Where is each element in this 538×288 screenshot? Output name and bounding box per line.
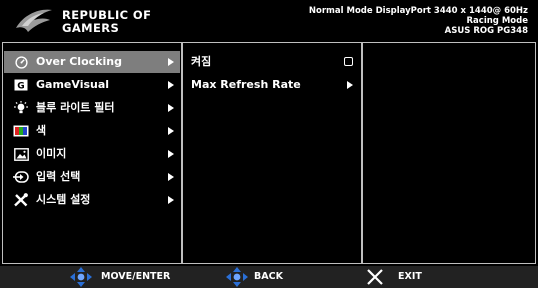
menu-item-over-clocking[interactable]: Over Clocking: [4, 51, 180, 73]
back-label: BACK: [254, 271, 283, 282]
osd-window: REPUBLIC OF GAMERS Normal Mode DisplayPo…: [0, 0, 538, 288]
submenu-panel: 켜짐 Max Refresh Rate: [182, 42, 362, 264]
chevron-right-icon: [168, 81, 174, 89]
status-mode-resolution: Normal Mode DisplayPort 3440 x 1440@ 60H…: [308, 6, 528, 16]
main-menu-panel: Over Clocking G GameVisual 블루 라이트 필터 색 이…: [2, 42, 182, 264]
menu-item-label: 색: [36, 124, 47, 137]
menu-item-label: 시스템 설정: [36, 193, 91, 206]
speedometer-icon: [13, 55, 29, 69]
rog-eye-logo-icon: [16, 9, 52, 32]
four-way-navigation-icon: [68, 266, 94, 288]
input-select-icon: [13, 170, 29, 184]
header: REPUBLIC OF GAMERS Normal Mode DisplayPo…: [0, 0, 538, 40]
menu-item-blue-light-filter[interactable]: 블루 라이트 필터: [4, 97, 180, 119]
footer-bar: MOVE/ENTER BACK EXIT: [0, 266, 538, 288]
menu-item-gamevisual[interactable]: G GameVisual: [4, 74, 180, 96]
status-game-mode: Racing Mode: [466, 16, 528, 26]
menu-item-label: 블루 라이트 필터: [36, 101, 115, 114]
menu-item-label: 입력 선택: [36, 170, 81, 183]
image-icon: [13, 147, 29, 161]
value-panel: [362, 42, 536, 264]
svg-text:G: G: [17, 82, 24, 92]
submenu-item-on[interactable]: 켜짐: [191, 51, 357, 73]
checkbox-icon[interactable]: [344, 57, 353, 66]
status-model: ASUS ROG PG348: [444, 26, 528, 36]
chevron-right-icon: [168, 127, 174, 135]
gamevisual-icon: G: [13, 78, 29, 92]
chevron-right-icon: [168, 173, 174, 181]
menu-item-system-setup[interactable]: 시스템 설정: [4, 189, 180, 211]
status-info: Normal Mode DisplayPort 3440 x 1440@ 60H…: [309, 6, 528, 36]
submenu-item-label: Max Refresh Rate: [191, 78, 301, 91]
menu-item-label: GameVisual: [36, 78, 110, 91]
brand-line-2: GAMERS: [62, 21, 120, 35]
color-icon: [13, 124, 29, 138]
chevron-right-icon: [347, 81, 353, 89]
menu-item-image[interactable]: 이미지: [4, 143, 180, 165]
submenu-item-label: 켜짐: [191, 55, 212, 68]
menu-item-input-select[interactable]: 입력 선택: [4, 166, 180, 188]
brand-name: REPUBLIC OF GAMERS: [62, 9, 151, 35]
menu-item-label: Over Clocking: [36, 55, 122, 68]
exit-label: EXIT: [398, 271, 422, 282]
tools-icon: [13, 193, 29, 207]
move-enter-label: MOVE/ENTER: [101, 271, 171, 282]
chevron-right-icon: [168, 196, 174, 204]
back-navigation-icon: [224, 266, 250, 288]
chevron-right-icon: [168, 104, 174, 112]
chevron-right-icon: [168, 58, 174, 66]
chevron-right-icon: [168, 150, 174, 158]
menu-item-label: 이미지: [36, 147, 67, 160]
light-bulb-icon: [13, 101, 29, 115]
close-icon: [366, 266, 384, 288]
submenu-item-max-refresh-rate[interactable]: Max Refresh Rate: [191, 74, 357, 96]
menu-item-color[interactable]: 색: [4, 120, 180, 142]
